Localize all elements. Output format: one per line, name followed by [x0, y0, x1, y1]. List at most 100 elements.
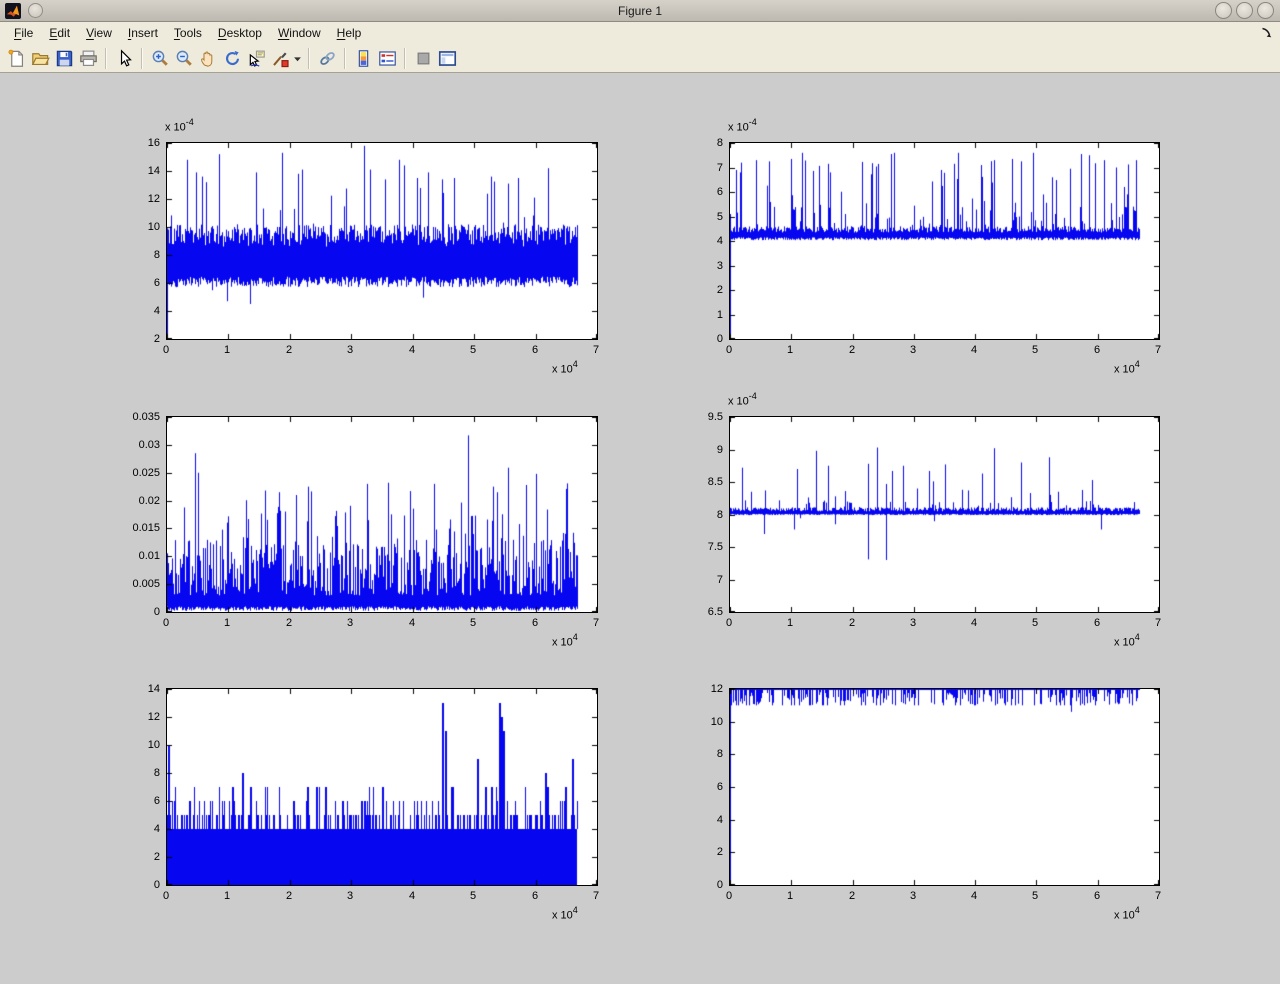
toolbar-separator	[308, 48, 310, 69]
x-tick-label: 3	[910, 617, 916, 629]
maximize-button[interactable]	[1236, 2, 1253, 19]
subplot-5: 0123456702468101214x 104	[166, 688, 596, 884]
x-tick-label: 6	[532, 344, 538, 356]
menu-view[interactable]: View	[78, 23, 120, 43]
toolbar-separator	[344, 48, 346, 69]
new-figure-button[interactable]	[4, 46, 28, 70]
x-tick-label: 6	[1094, 890, 1100, 902]
x-tick-label: 6	[532, 617, 538, 629]
insert-colorbar-button[interactable]	[351, 46, 375, 70]
x-tick-label: 6	[1094, 344, 1100, 356]
menu-edit[interactable]: Edit	[41, 23, 78, 43]
y-tick-label: 7	[675, 162, 723, 174]
y-tick-label: 10	[675, 716, 723, 728]
y-tick-label: 14	[112, 165, 160, 177]
y-tick-label: 14	[112, 683, 160, 695]
y-tick-label: 9.5	[675, 411, 723, 423]
x-tick-label: 1	[787, 890, 793, 902]
x-tick-label: 5	[470, 344, 476, 356]
y-tick-label: 10	[112, 739, 160, 751]
show-plot-tools-button[interactable]	[435, 46, 459, 70]
y-tick-label: 7	[675, 574, 723, 586]
x-tick-label: 7	[1155, 617, 1161, 629]
rotate-3d-button[interactable]	[220, 46, 244, 70]
y-tick-label: 6	[675, 186, 723, 198]
y-tick-label: 4	[675, 235, 723, 247]
brush-dropdown[interactable]	[292, 46, 303, 70]
data-cursor-button[interactable]	[244, 46, 268, 70]
brush-data-button[interactable]	[268, 46, 292, 70]
insert-legend-button[interactable]	[375, 46, 399, 70]
subplot-4: 012345676.577.588.599.5x 10-4x 104	[729, 416, 1158, 611]
subplot-1-signal	[167, 143, 597, 339]
menu-insert[interactable]: Insert	[120, 23, 166, 43]
window-title: Figure 1	[0, 4, 1280, 18]
x-tick-label: 5	[1032, 617, 1038, 629]
x-tick-label: 0	[726, 344, 732, 356]
y-tick-label: 8	[112, 249, 160, 261]
y-tick-label: 5	[675, 211, 723, 223]
print-figure-button[interactable]	[76, 46, 100, 70]
y-tick-label: 8	[675, 509, 723, 521]
x-tick-label: 7	[1155, 890, 1161, 902]
edit-plot-button[interactable]	[112, 46, 136, 70]
subplot-6-plot-area	[729, 688, 1160, 886]
minimize-button[interactable]	[1215, 2, 1232, 19]
x-tick-label: 7	[593, 890, 599, 902]
x-tick-label: 0	[163, 890, 169, 902]
y-tick-label: 4	[112, 305, 160, 317]
x-tick-label: 0	[726, 617, 732, 629]
close-button[interactable]	[1257, 2, 1274, 19]
x-tick-label: 7	[593, 617, 599, 629]
y-tick-label: 6	[112, 277, 160, 289]
x-tick-label: 5	[1032, 344, 1038, 356]
x-axis-multiplier: x 104	[1114, 906, 1140, 922]
menubar: FileEditViewInsertToolsDesktopWindowHelp	[0, 22, 1280, 44]
y-tick-label: 3	[675, 260, 723, 272]
x-axis-multiplier: x 104	[1114, 360, 1140, 376]
subplot-5-signal	[167, 689, 597, 885]
subplot-4-signal	[730, 417, 1159, 612]
x-tick-label: 2	[849, 890, 855, 902]
subplot-3-plot-area	[166, 416, 598, 613]
save-figure-button[interactable]	[52, 46, 76, 70]
titlebar[interactable]: Figure 1	[0, 0, 1280, 22]
subplot-2-signal	[730, 143, 1159, 339]
subplot-2: 01234567012345678x 10-4x 104	[729, 142, 1158, 338]
link-plot-button[interactable]	[315, 46, 339, 70]
x-tick-label: 4	[409, 617, 415, 629]
dock-figure-icon[interactable]	[1260, 26, 1273, 44]
y-tick-label: 0.03	[112, 439, 160, 451]
y-axis-multiplier: x 10-4	[165, 118, 194, 134]
y-tick-label: 0	[675, 879, 723, 891]
pan-button[interactable]	[196, 46, 220, 70]
x-tick-label: 3	[347, 344, 353, 356]
y-tick-label: 0.01	[112, 550, 160, 562]
zoom-in-button[interactable]	[148, 46, 172, 70]
y-tick-label: 8	[112, 767, 160, 779]
x-axis-multiplier: x 104	[552, 906, 578, 922]
x-tick-label: 2	[849, 617, 855, 629]
menu-window[interactable]: Window	[270, 23, 329, 43]
y-tick-label: 0.025	[112, 467, 160, 479]
x-tick-label: 3	[910, 890, 916, 902]
zoom-out-button[interactable]	[172, 46, 196, 70]
y-tick-label: 2	[675, 846, 723, 858]
x-tick-label: 0	[726, 890, 732, 902]
x-tick-label: 1	[224, 617, 230, 629]
menu-tools[interactable]: Tools	[166, 23, 210, 43]
y-tick-label: 12	[675, 683, 723, 695]
menu-desktop[interactable]: Desktop	[210, 23, 270, 43]
open-file-button[interactable]	[28, 46, 52, 70]
x-tick-label: 3	[910, 344, 916, 356]
figure-toolbar	[0, 44, 1280, 73]
y-tick-label: 0.005	[112, 578, 160, 590]
menu-help[interactable]: Help	[329, 23, 370, 43]
y-tick-label: 2	[112, 333, 160, 345]
x-tick-label: 5	[470, 617, 476, 629]
subplot-1-plot-area	[166, 142, 598, 340]
y-tick-label: 8	[675, 748, 723, 760]
menu-file[interactable]: File	[6, 23, 41, 43]
hide-plot-tools-button[interactable]	[411, 46, 435, 70]
x-tick-label: 7	[1155, 344, 1161, 356]
